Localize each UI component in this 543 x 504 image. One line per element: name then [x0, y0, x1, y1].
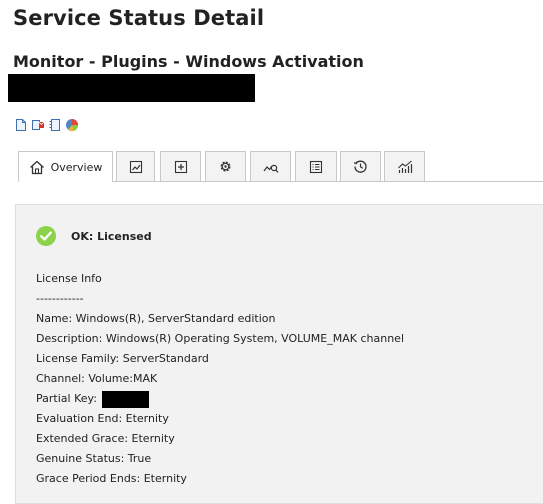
- graph-search-icon: [263, 164, 279, 173]
- status-text: OK: Licensed: [71, 229, 152, 243]
- license-family-line: License Family: ServerStandard: [36, 352, 209, 365]
- redacted-partial-key: [101, 390, 149, 408]
- evaluation-end-line: Evaluation End: Eternity: [36, 412, 169, 425]
- tab-list[interactable]: [295, 151, 337, 181]
- add-box-icon: [174, 160, 187, 173]
- genuine-status-line: Genuine Status: True: [36, 452, 152, 465]
- trend-chart-icon: [129, 160, 142, 173]
- tab-graph-search[interactable]: [250, 151, 291, 181]
- partial-key-line: Partial Key:: [36, 389, 404, 409]
- tab-add[interactable]: [160, 151, 201, 181]
- pie-chart-icon[interactable]: [65, 118, 79, 132]
- tab-history[interactable]: [340, 151, 381, 181]
- gear-icon: [220, 161, 231, 172]
- tab-settings[interactable]: [205, 151, 246, 181]
- channel-line: Channel: Volume:MAK: [36, 372, 158, 385]
- status-panel: OK: Licensed License Info ------------ N…: [15, 204, 543, 504]
- name-line: Name: Windows(R), ServerStandard edition: [36, 312, 276, 325]
- history-icon: [353, 160, 367, 173]
- partial-key-label: Partial Key:: [36, 392, 97, 405]
- notes-icon[interactable]: [48, 118, 62, 132]
- document-icon[interactable]: [14, 118, 28, 132]
- mail-icon[interactable]: [31, 118, 45, 132]
- tab-overview[interactable]: Overview: [18, 151, 113, 182]
- tab-overview-label: Overview: [50, 160, 103, 174]
- description-line: Description: Windows(R) Operating System…: [36, 332, 404, 345]
- status-row: OK: Licensed: [36, 226, 152, 246]
- tab-bar: Overview: [18, 151, 543, 183]
- check-circle-icon: [36, 226, 56, 246]
- extended-grace-line: Extended Grace: Eternity: [36, 432, 175, 445]
- tab-trend-chart[interactable]: [116, 151, 155, 181]
- license-info: License Info ------------ Name: Windows(…: [36, 269, 404, 489]
- grace-period-ends-line: Grace Period Ends: Eternity: [36, 472, 187, 485]
- home-icon: [29, 160, 44, 174]
- page-title: Service Status Detail: [13, 6, 265, 30]
- list-icon: [309, 160, 323, 173]
- redacted-host-name: [8, 74, 255, 102]
- page-subtitle: Monitor - Plugins - Windows Activation: [13, 52, 364, 71]
- tab-bar-trend[interactable]: [384, 151, 425, 181]
- action-icons: [14, 118, 79, 132]
- license-info-header: License Info: [36, 272, 102, 285]
- separator-line: ------------: [36, 292, 84, 305]
- bar-trend-icon: [397, 160, 412, 173]
